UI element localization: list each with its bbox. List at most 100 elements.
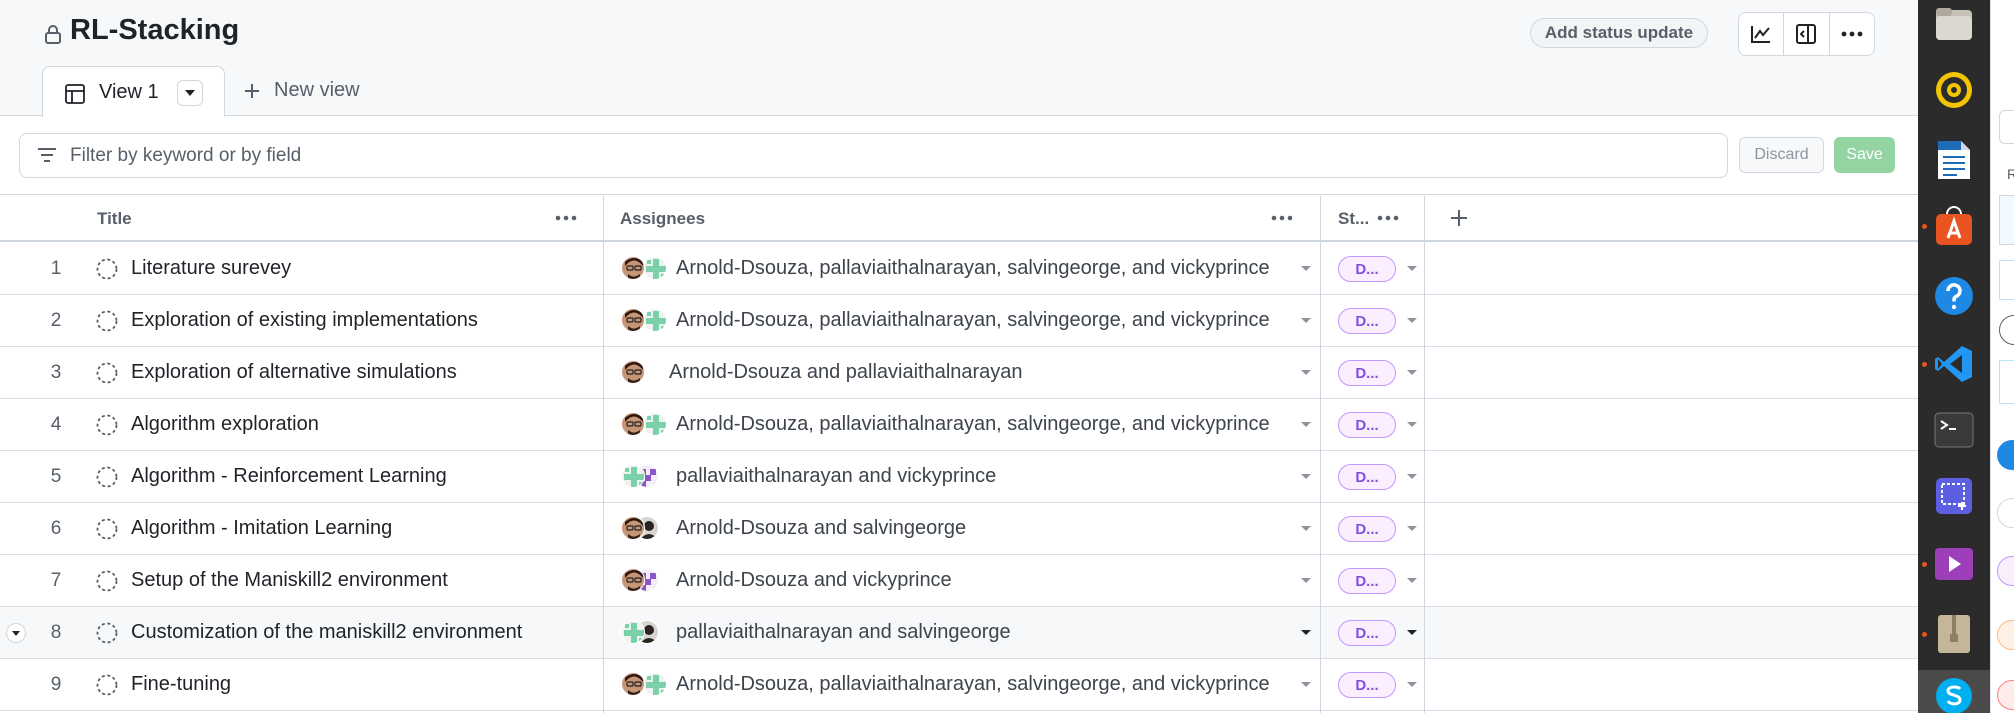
status-badge[interactable]: D... (1338, 464, 1396, 490)
filter-field[interactable] (19, 133, 1728, 178)
assignees-dropdown-caret[interactable] (1301, 474, 1311, 479)
insights-button[interactable] (1739, 13, 1785, 55)
status-dropdown-caret[interactable] (1407, 422, 1417, 427)
assignee-avatars[interactable] (621, 464, 661, 490)
status-badge[interactable]: D... (1338, 568, 1396, 594)
assignees-dropdown-caret[interactable] (1301, 578, 1311, 583)
assignees-cell[interactable]: Arnold-Dsouza, pallaviaithalnarayan, sal… (676, 243, 1270, 294)
assignee-avatars[interactable] (621, 256, 667, 282)
issue-title[interactable]: Fine-tuning (131, 659, 231, 710)
issue-title[interactable]: Customization of the maniskill2 environm… (131, 607, 522, 658)
status-badge[interactable]: D... (1338, 672, 1396, 698)
assignee-avatars[interactable] (621, 568, 661, 594)
assignees-column-menu-button[interactable] (1268, 206, 1296, 230)
assignees-cell[interactable]: Arnold-Dsouza, pallaviaithalnarayan, sal… (676, 399, 1270, 450)
status-badge[interactable]: D... (1338, 308, 1396, 334)
add-field-button[interactable] (1444, 203, 1474, 233)
assignees-dropdown-caret[interactable] (1301, 682, 1311, 687)
save-button[interactable]: Save (1834, 137, 1895, 173)
row-number: 5 (50, 465, 62, 487)
assignees-cell[interactable]: Arnold-Dsouza and salvingeorge (676, 503, 966, 554)
status-dropdown-caret[interactable] (1407, 526, 1417, 531)
dock-archive-manager[interactable] (1932, 612, 1976, 656)
issue-title[interactable]: Exploration of alternative simulations (131, 347, 457, 398)
add-status-update-button[interactable]: Add status update (1530, 18, 1708, 48)
status-dropdown-caret[interactable] (1407, 318, 1417, 323)
side-panel-button[interactable] (1784, 13, 1830, 55)
column-header-title[interactable]: Title (97, 196, 132, 242)
table-row[interactable]: 1 Literature surevey Arnold-Dsouza, pallav… (0, 243, 1918, 295)
status-badge[interactable]: D... (1338, 516, 1396, 542)
table-row[interactable]: 9 Fine-tuning Arnold-Dsouza, pallaviaithal… (0, 659, 1918, 711)
column-divider[interactable] (1320, 196, 1321, 713)
dock-vscode[interactable] (1932, 342, 1976, 386)
assignees-dropdown-caret[interactable] (1301, 526, 1311, 531)
column-header-status[interactable]: St... (1338, 196, 1369, 242)
assignees-cell[interactable]: pallaviaithalnarayan and salvingeorge (676, 607, 1011, 658)
discard-button[interactable]: Discard (1739, 137, 1824, 173)
assignee-avatars[interactable] (621, 672, 667, 698)
new-view-button[interactable]: New view (244, 79, 360, 102)
assignee-avatars[interactable] (621, 412, 667, 438)
dock-screenshot[interactable] (1932, 474, 1976, 518)
column-divider[interactable] (1424, 196, 1425, 713)
status-dropdown-caret[interactable] (1407, 682, 1417, 687)
assignees-cell[interactable]: Arnold-Dsouza and vickyprince (676, 555, 952, 606)
issue-title[interactable]: Algorithm - Reinforcement Learning (131, 451, 447, 502)
status-badge[interactable]: D... (1338, 256, 1396, 282)
assignees-dropdown-caret[interactable] (1301, 630, 1311, 635)
chevron-down-icon (185, 90, 195, 96)
dock-video-player[interactable] (1932, 542, 1976, 586)
issue-title[interactable]: Setup of the Maniskill2 environment (131, 555, 448, 606)
dock-software-center[interactable] (1932, 204, 1976, 248)
assignees-dropdown-caret[interactable] (1301, 318, 1311, 323)
assignees-cell[interactable]: Arnold-Dsouza, pallaviaithalnarayan, sal… (676, 295, 1270, 346)
dock-skype[interactable] (1932, 674, 1976, 713)
dock-help[interactable] (1932, 274, 1976, 318)
assignees-dropdown-caret[interactable] (1301, 266, 1311, 271)
dock-files[interactable] (1932, 2, 1976, 46)
title-column-menu-button[interactable] (552, 206, 580, 230)
status-badge[interactable]: D... (1338, 412, 1396, 438)
assignees-dropdown-caret[interactable] (1301, 370, 1311, 375)
assignees-cell[interactable]: Arnold-Dsouza and pallaviaithalnarayan (669, 347, 1023, 398)
issue-title[interactable]: Algorithm - Imitation Learning (131, 503, 392, 554)
table-row[interactable]: 5 Algorithm - Reinforcement Learning palla… (0, 451, 1918, 503)
status-dropdown-caret[interactable] (1407, 474, 1417, 479)
assignees-cell[interactable]: pallaviaithalnarayan and vickyprince (676, 451, 996, 502)
dock-rhythmbox[interactable] (1932, 68, 1976, 112)
more-options-button[interactable] (1830, 13, 1874, 55)
status-badge[interactable]: D... (1338, 620, 1396, 646)
column-divider[interactable] (603, 196, 604, 713)
status-column-menu-button[interactable] (1374, 206, 1402, 230)
filter-input[interactable] (70, 142, 1670, 170)
new-view-label: New view (274, 79, 360, 101)
issue-title[interactable]: Exploration of existing implementations (131, 295, 478, 346)
issue-title[interactable]: Algorithm exploration (131, 399, 319, 450)
table-row[interactable]: 8 Customization of the maniskill2 environ… (0, 607, 1918, 659)
status-dropdown-caret[interactable] (1407, 630, 1417, 635)
table-row[interactable]: 6 Algorithm - Imitation Learning Arnold-Ds… (0, 503, 1918, 555)
status-dropdown-caret[interactable] (1407, 266, 1417, 271)
assignee-avatars[interactable] (621, 308, 667, 334)
assignee-avatars[interactable] (621, 516, 661, 542)
assignee-avatars[interactable] (621, 620, 661, 646)
assignee-avatars[interactable] (621, 360, 661, 386)
tab-view-1[interactable]: View 1 (42, 66, 225, 117)
column-header-assignees[interactable]: Assignees (620, 196, 705, 242)
view-options-button[interactable] (177, 80, 203, 106)
status-dropdown-caret[interactable] (1407, 370, 1417, 375)
table-row[interactable]: 4 Algorithm exploration Arnold-Dsouza, pal… (0, 399, 1918, 451)
assignees-dropdown-caret[interactable] (1301, 422, 1311, 427)
dock-writer[interactable] (1932, 138, 1976, 182)
row-number: 4 (50, 413, 62, 435)
status-badge[interactable]: D... (1338, 360, 1396, 386)
table-row[interactable]: 2 Exploration of existing implementations… (0, 295, 1918, 347)
row-expand-button[interactable] (6, 623, 26, 643)
table-row[interactable]: 3 Exploration of alternative simulations A… (0, 347, 1918, 399)
status-dropdown-caret[interactable] (1407, 578, 1417, 583)
dock-terminal[interactable] (1932, 408, 1976, 452)
issue-title[interactable]: Literature surevey (131, 243, 291, 294)
assignees-cell[interactable]: Arnold-Dsouza, pallaviaithalnarayan, sal… (676, 659, 1270, 710)
table-row[interactable]: 7 Setup of the Maniskill2 environment Arno… (0, 555, 1918, 607)
